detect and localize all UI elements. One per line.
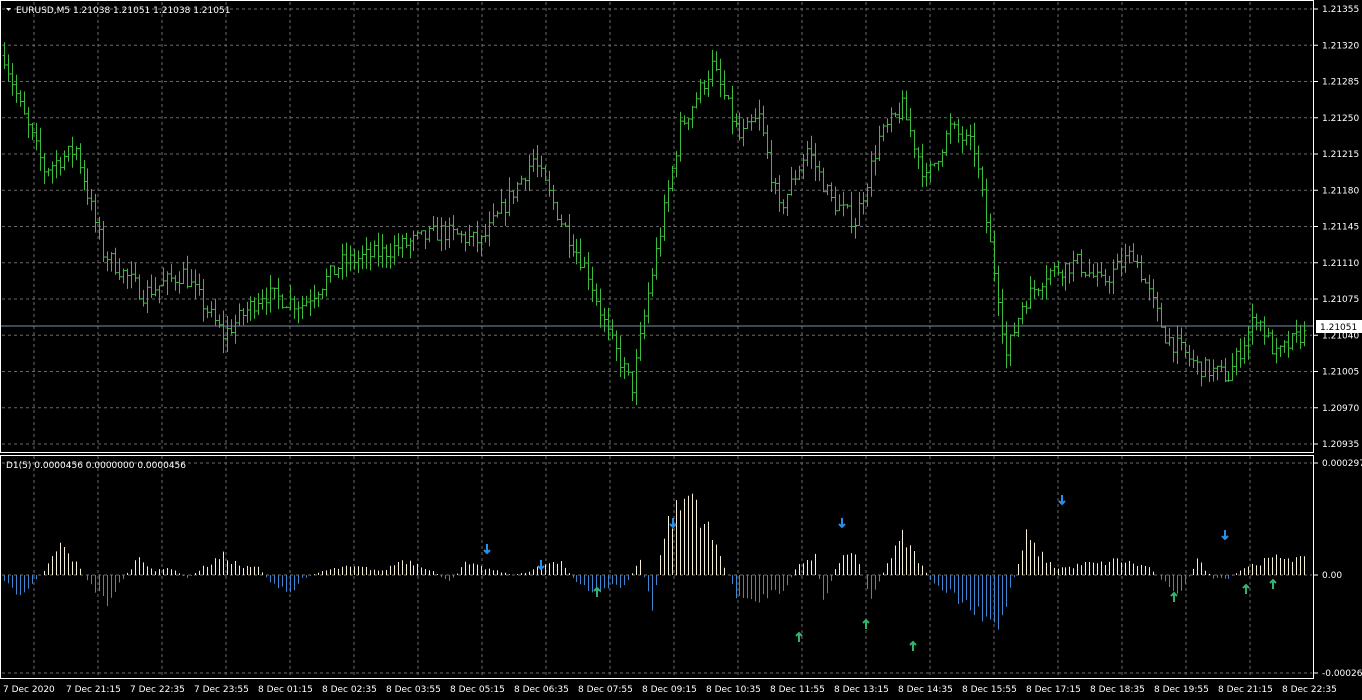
price-tick-label: 1.21110 [1322,259,1359,269]
price-tick-label: 1.21005 [1322,368,1359,378]
time-tick-label: 8 Dec 21:15 [1218,685,1273,695]
time-tick-label: 8 Dec 14:35 [898,685,953,695]
price-tick-label: 1.21075 [1322,295,1359,305]
time-axis[interactable]: 7 Dec 2020 7 Dec 21:15 7 Dec 22:35 7 Dec 23… [3,685,1337,695]
current-price-label: 1.21051 [1320,323,1357,333]
indicator-tick-label: 0.00 [1322,571,1342,581]
time-tick-label: 8 Dec 11:55 [770,685,825,695]
time-tick-label: 8 Dec 03:55 [386,685,441,695]
price-tick-label: 1.21250 [1322,114,1359,124]
price-tick-label: 1.21145 [1322,223,1359,233]
time-tick-label: 8 Dec 01:15 [258,685,313,695]
chart-window[interactable]: EURUSD,M5 1.21038 1.21051 1.21038 1.2105… [0,0,1362,700]
time-tick-label: 8 Dec 05:15 [450,685,505,695]
current-price-tag: 1.21051 [1316,320,1362,333]
time-tick-label: 7 Dec 21:15 [66,685,121,695]
price-tick-label: 1.20935 [1322,440,1359,450]
indicator-header: D1(5) 0.0000456 0.0000000 0.0000456 [6,461,186,471]
price-tick-label: 1.21320 [1322,41,1359,51]
time-tick-label: 8 Dec 10:35 [706,685,761,695]
price-tick-label: 1.20970 [1322,404,1359,414]
price-tick-label: 1.21355 [1322,5,1359,15]
chart-background [0,0,1362,700]
time-tick-label: 8 Dec 19:55 [1154,685,1209,695]
time-tick-label: 7 Dec 23:55 [194,685,249,695]
time-tick-label: 8 Dec 18:35 [1090,685,1145,695]
time-tick-label: 7 Dec 2020 [3,685,55,695]
symbol-header: EURUSD,M5 1.21038 1.21051 1.21038 1.2105… [6,6,230,16]
indicator-tick-label: 0.0002972 [1322,459,1362,469]
price-tick-label: 1.21285 [1322,78,1359,88]
time-tick-label: 8 Dec 13:15 [834,685,889,695]
time-tick-label: 8 Dec 22:35 [1282,685,1337,695]
time-tick-label: 8 Dec 15:55 [962,685,1017,695]
time-tick-label: 8 Dec 02:35 [322,685,377,695]
time-tick-label: 7 Dec 22:35 [130,685,185,695]
time-tick-label: 8 Dec 09:15 [642,685,697,695]
price-tick-label: 1.21215 [1322,150,1359,160]
price-tick-label: 1.21180 [1322,186,1359,196]
symbol-header-text: EURUSD,M5 1.21038 1.21051 1.21038 1.2105… [16,6,230,16]
time-tick-label: 8 Dec 17:15 [1026,685,1081,695]
indicator-tick-label: -0.000261 [1322,669,1362,679]
time-tick-label: 8 Dec 07:55 [578,685,633,695]
time-tick-label: 8 Dec 06:35 [514,685,569,695]
